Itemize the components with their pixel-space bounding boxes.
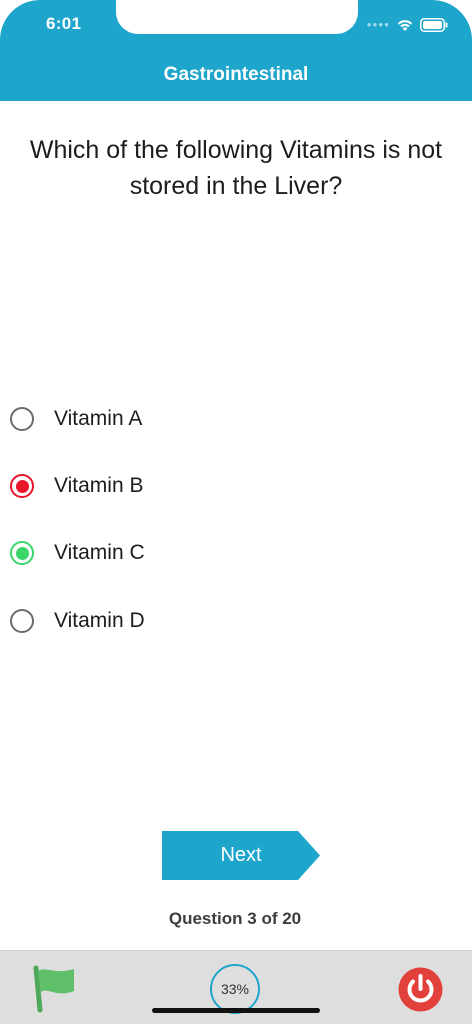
question-counter: Question 3 of 20	[168, 909, 302, 928]
flag-icon[interactable]	[30, 965, 76, 1013]
status-indicators: ●●●●	[367, 15, 448, 35]
quiz-screen: 6:01 ●●●● Gastrointestinal Which of the …	[0, 0, 472, 1024]
next-button-label: Next	[220, 844, 262, 866]
option-label: Vitamin B	[54, 474, 144, 497]
power-icon[interactable]	[398, 967, 443, 1012]
option-label: Vitamin C	[54, 541, 145, 564]
option-vitamin-a[interactable]: Vitamin A	[10, 401, 142, 437]
question-line-1: Which of the following Vitamins is not	[29, 136, 443, 164]
option-vitamin-b[interactable]: Vitamin B	[10, 468, 144, 504]
status-time: 6:01	[46, 14, 82, 33]
header-bar: 6:01 ●●●● Gastrointestinal	[0, 0, 472, 101]
radio-correct-icon[interactable]	[10, 541, 34, 565]
next-button[interactable]: Next	[162, 831, 320, 880]
device-notch	[116, 0, 358, 34]
home-indicator	[152, 1008, 320, 1013]
option-label: Vitamin D	[54, 609, 145, 632]
option-vitamin-c[interactable]: Vitamin C	[10, 535, 145, 571]
option-vitamin-d[interactable]: Vitamin D	[10, 603, 145, 639]
radio-wrong-icon[interactable]	[10, 474, 34, 498]
question-text: Which of the following Vitamins is not s…	[0, 132, 472, 204]
page-title: Gastrointestinal	[163, 64, 309, 85]
option-label: Vitamin A	[54, 407, 143, 430]
radio-unselected-icon[interactable]	[10, 609, 34, 633]
signal-icon: ●●●●	[366, 20, 390, 29]
question-line-2: stored in the Liver?	[129, 172, 343, 200]
battery-icon	[420, 18, 448, 32]
radio-unselected-icon[interactable]	[10, 407, 34, 431]
wifi-icon	[397, 20, 413, 31]
